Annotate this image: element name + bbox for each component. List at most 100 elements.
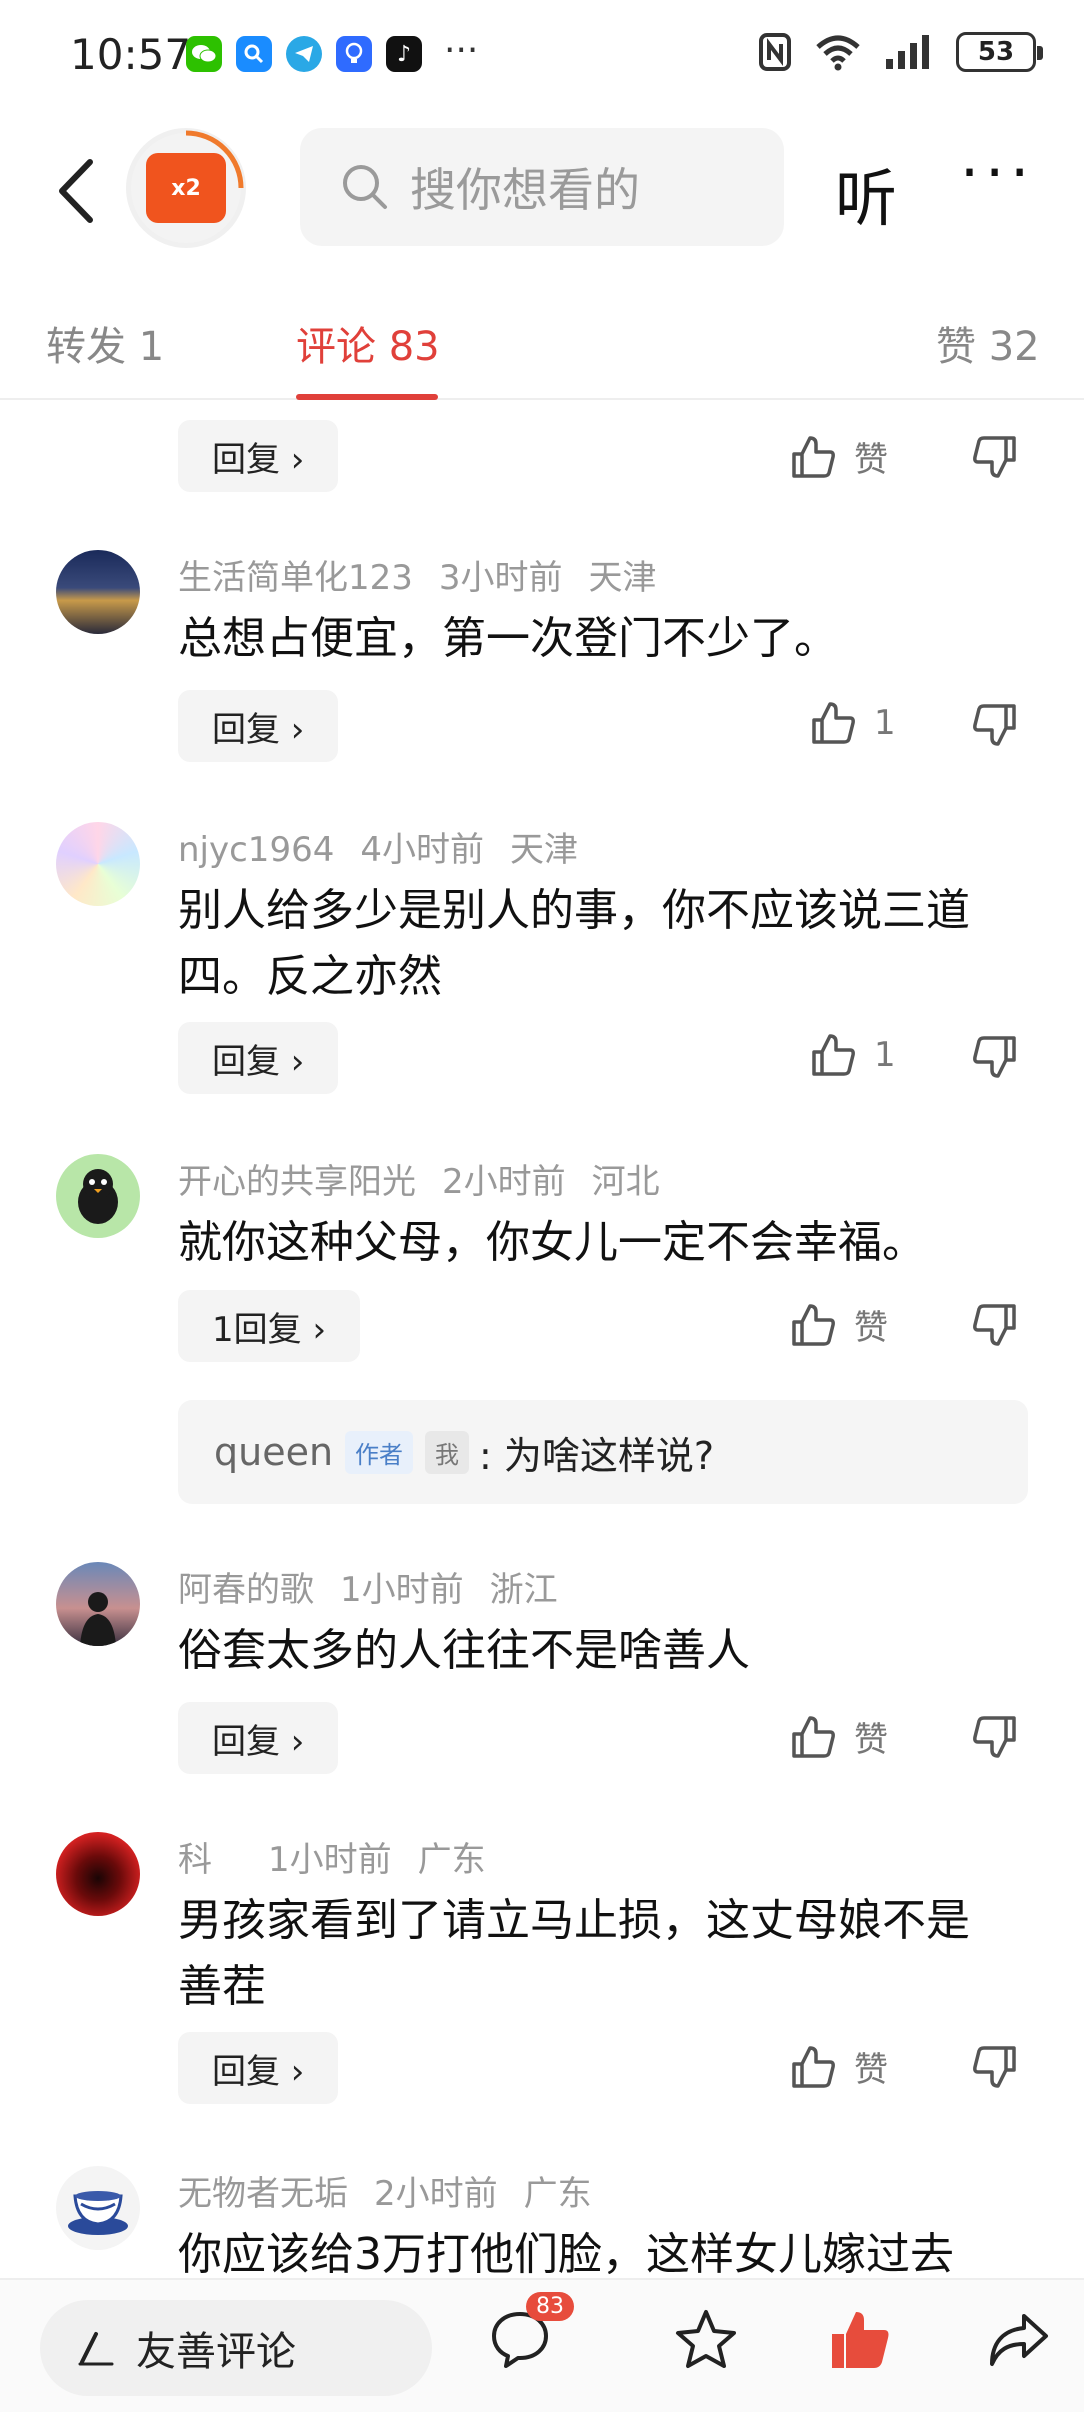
comment-meta: 科 1小时前 广东 xyxy=(178,1832,512,1881)
comment-text: 总想占便宜，第一次登门不少了。 xyxy=(178,613,838,664)
listen-button[interactable]: 听 xyxy=(835,148,897,238)
search-app-icon xyxy=(236,36,272,72)
comment-time: 4小时前 xyxy=(360,830,484,870)
comment-time: 1小时前 xyxy=(268,1840,392,1880)
comment-meta: 开心的共享阳光 2小时前 河北 xyxy=(178,1154,686,1203)
user-avatar[interactable] xyxy=(56,1154,140,1238)
username[interactable]: njyc1964 xyxy=(178,830,334,870)
comment-time: 2小时前 xyxy=(374,2174,498,2214)
sub-reply-text: : 为啥这样说? xyxy=(479,1433,715,1478)
user-avatar[interactable] xyxy=(56,1832,140,1916)
battery-indicator: 53 xyxy=(956,32,1043,72)
penguin-icon xyxy=(78,1169,118,1224)
comment-location: 广东 xyxy=(417,1840,486,1880)
reply-button[interactable]: 回复 › xyxy=(178,420,339,492)
thumbs-down-icon[interactable] xyxy=(972,434,1018,480)
comment-input[interactable]: 友善评论 xyxy=(40,2300,432,2396)
like-count: 赞 xyxy=(854,1720,888,1760)
thumbs-up-icon xyxy=(812,1034,855,1076)
like-count: 赞 xyxy=(854,440,888,480)
bulb-app-icon xyxy=(336,36,372,72)
wechat-icon xyxy=(186,36,222,72)
tiktok-icon: ♪ xyxy=(386,36,422,72)
search-box[interactable]: 搜你想看的 xyxy=(300,128,784,246)
user-avatar[interactable] xyxy=(56,2166,140,2250)
sub-reply-username[interactable]: queen xyxy=(214,1430,333,1474)
username[interactable]: 开心的共享阳光 xyxy=(178,1162,416,1202)
user-avatar[interactable] xyxy=(56,550,140,634)
comment-text: 就你这种父母，你女儿一定不会幸福。 xyxy=(178,1217,926,1268)
comment-input-label: 友善评论 xyxy=(136,2329,296,2375)
reply-button[interactable]: 回复 › xyxy=(178,690,339,762)
teacup-icon xyxy=(68,2191,128,2235)
status-time: 10:57 xyxy=(70,30,192,79)
thumbs-down-icon[interactable] xyxy=(972,1714,1018,1760)
share-arrow-icon[interactable] xyxy=(984,2306,1052,2374)
comment-location: 浙江 xyxy=(489,1570,558,1610)
like-count: 1 xyxy=(874,1035,896,1075)
like-button[interactable]: 赞 xyxy=(790,1300,888,1349)
bottom-action-bar: 友善评论 83 xyxy=(0,2278,1084,2412)
comment-count-badge: 83 xyxy=(526,2292,574,2321)
comment-text: 别人给多少是别人的事，你不应该说三道四。反之亦然 xyxy=(178,885,970,1002)
comment-location: 河北 xyxy=(591,1162,660,1202)
more-options-button[interactable]: ··· xyxy=(960,138,1035,208)
thumbs-down-icon[interactable] xyxy=(972,2044,1018,2090)
me-tag: 我 xyxy=(425,1430,470,1474)
thumbs-up-icon xyxy=(792,1715,835,1758)
user-avatar[interactable] xyxy=(56,1562,140,1646)
like-count: 1 xyxy=(874,703,896,743)
comment-meta: 阿春的歌 1小时前 浙江 xyxy=(178,1562,584,1611)
thumbs-down-icon[interactable] xyxy=(972,702,1018,748)
thumbs-up-icon xyxy=(812,702,855,744)
progress-ring-icon xyxy=(185,130,244,189)
reply-count-button[interactable]: 1回复 › xyxy=(178,1290,361,1362)
like-count: 赞 xyxy=(854,2050,888,2090)
search-placeholder: 搜你想看的 xyxy=(410,163,640,217)
comment-meta: 无物者无垢 2小时前 广东 xyxy=(178,2166,618,2215)
username[interactable]: 无物者无垢 xyxy=(178,2174,348,2214)
silhouette-icon xyxy=(80,1592,116,1646)
red-packet-avatar[interactable]: x2 xyxy=(126,128,246,248)
user-avatar[interactable] xyxy=(56,822,140,906)
like-button[interactable]: 赞 xyxy=(790,432,888,481)
tab-likes[interactable]: 赞 32 xyxy=(936,314,1040,372)
username[interactable]: 阿春的歌 xyxy=(178,1570,314,1610)
comment-meta: 生活简单化123 3小时前 天津 xyxy=(178,550,683,599)
sub-reply[interactable]: queen 作者 我 : 为啥这样说? xyxy=(178,1400,1028,1504)
status-bar: 10:57 ♪ ··· 53 xyxy=(0,0,1084,110)
username[interactable]: 科 xyxy=(178,1840,212,1880)
tab-repost[interactable]: 转发 1 xyxy=(46,314,164,372)
like-count: 赞 xyxy=(854,1308,888,1348)
reply-button[interactable]: 回复 › xyxy=(178,1702,339,1774)
comment-time: 1小时前 xyxy=(340,1570,464,1610)
pen-icon xyxy=(78,2332,114,2366)
more-notifications-icon: ··· xyxy=(444,30,479,71)
active-tab-indicator xyxy=(296,394,438,400)
like-button[interactable]: 赞 xyxy=(790,1712,888,1761)
back-arrow-icon[interactable] xyxy=(48,156,108,226)
search-icon xyxy=(343,165,387,209)
like-button[interactable]: 1 xyxy=(810,1032,896,1078)
tab-comments[interactable]: 评论 83 xyxy=(296,314,440,372)
telegram-icon xyxy=(286,36,322,72)
top-nav: x2 搜你想看的 听 ··· xyxy=(0,120,1084,260)
reply-button[interactable]: 回复 › xyxy=(178,1022,339,1094)
thumbs-up-filled-icon[interactable] xyxy=(826,2306,894,2374)
thumbs-down-icon[interactable] xyxy=(972,1302,1018,1348)
system-icons: 53 xyxy=(758,32,1043,72)
comment-text: 俗套太多的人往往不是啥善人 xyxy=(178,1625,750,1676)
thumbs-down-icon[interactable] xyxy=(972,1034,1018,1080)
nfc-icon xyxy=(759,33,791,71)
tab-bar: 转发 1 评论 83 赞 32 xyxy=(0,300,1084,400)
reply-button[interactable]: 回复 › xyxy=(178,2032,339,2104)
comment-location: 天津 xyxy=(588,558,657,598)
like-button[interactable]: 赞 xyxy=(790,2042,888,2091)
star-icon[interactable] xyxy=(672,2306,740,2374)
comment-time: 2小时前 xyxy=(442,1162,566,1202)
like-button[interactable]: 1 xyxy=(810,700,896,746)
notification-icons: ♪ ··· xyxy=(186,30,479,72)
username[interactable]: 生活简单化123 xyxy=(178,558,413,598)
wifi-icon xyxy=(816,35,860,71)
thumbs-up-icon xyxy=(792,2045,835,2088)
